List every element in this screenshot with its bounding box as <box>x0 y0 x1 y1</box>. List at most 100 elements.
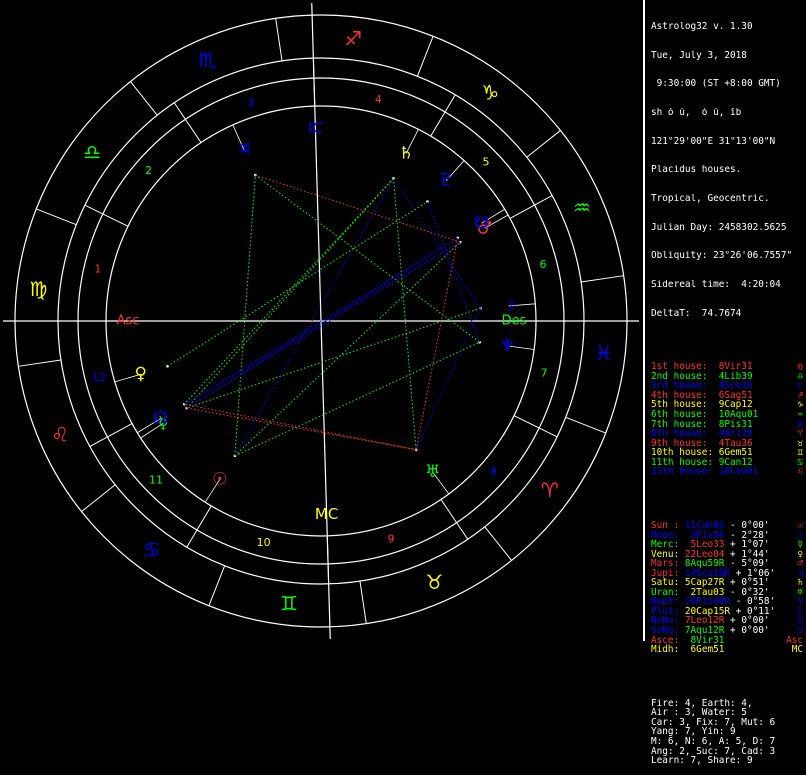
planet-icon: ☋ <box>474 213 489 233</box>
zodiac-sign-icon: ♌ <box>51 423 69 447</box>
house-cusp: 10Leo01 <box>718 466 759 478</box>
house-number: 5 <box>482 156 489 169</box>
zodiac-sign-icon: ♎ <box>83 140 101 164</box>
zodiac-sign-icon: ♏ <box>199 48 217 72</box>
sign-divider <box>275 18 283 61</box>
aspect-line <box>186 407 417 451</box>
chart-date: Tue, July 3, 2018 <box>651 50 747 61</box>
house-cusp-line <box>440 499 469 540</box>
planet-icon: ☽ <box>501 296 516 316</box>
aspect-line <box>234 341 480 457</box>
julian-day: Julian Day: 2458302.5625 <box>651 222 787 233</box>
planet-position: 6Gem51 <box>690 644 725 656</box>
aspect-line <box>415 237 459 450</box>
ic-label: IC <box>308 119 323 137</box>
planet-icon: ☉ <box>212 469 227 489</box>
aspect-line <box>183 178 394 405</box>
zodiac-sign-icon: ♊ <box>280 592 298 616</box>
planet-name: Midh: <box>651 644 680 656</box>
chart-time: 9:30:00 (ST +8:00 GMT) <box>651 79 781 89</box>
chart-wheel: ♈♉♊♋♌♍♎♏♐♑♒♓123 456789101112Asc DesMCIC☉☽☿… <box>3 3 639 639</box>
planet-icon: ♀ <box>134 364 146 384</box>
aspect-line <box>184 403 417 451</box>
house-number: 6 <box>539 258 546 271</box>
info-panel: Astrolog32 v. 1.30 Tue, July 3, 2018 9:3… <box>651 3 803 775</box>
zodiac-sign-icon: ♍ <box>29 277 47 301</box>
house-label: 12th house: <box>651 466 714 478</box>
zodiac-sign-icon: ♉ <box>426 570 444 594</box>
house-number: 3 <box>248 96 255 109</box>
sign-divider <box>359 581 367 624</box>
house-number: 7 <box>541 366 548 379</box>
planet-icon: Asc <box>786 634 803 646</box>
planet-position-list: Sun : 11Can06 - 0°00' ☉ Moon: 3Pis56 - 2°2… <box>651 521 803 655</box>
aspect-line <box>234 178 394 457</box>
zodiac-sign-icon: ♑ <box>481 80 499 104</box>
sign-divider <box>581 275 624 283</box>
planet-icon: MC <box>791 644 803 656</box>
aspect-line <box>234 175 256 456</box>
delta-t: DeltaT: 74.7674 <box>651 308 742 319</box>
zodiac-sign-icon: ♈ <box>541 478 559 502</box>
aspect-line <box>234 241 461 457</box>
zodiac-sign-icon: ♒ <box>573 195 591 219</box>
sign-divider <box>208 565 226 606</box>
planet-icon: ♃ <box>236 140 251 160</box>
stat-line: Fire: 4, Earth: 4, <box>651 698 753 709</box>
element-stats: Fire: 4, Earth: 4, Air : 3, Water: 5 Car: … <box>651 699 803 766</box>
house-cusp-line <box>513 415 558 438</box>
house-row: 12th house: 10Leo01 ♌ <box>651 467 803 477</box>
stat-line: Air : 3, Water: 5 <box>651 708 747 718</box>
planet-icon: ♆ <box>500 336 515 356</box>
house-number: 10 <box>257 536 271 549</box>
sign-divider <box>526 130 561 158</box>
sign-divider <box>484 526 512 561</box>
aspect-line <box>392 178 417 450</box>
house-cusp-line <box>173 102 202 143</box>
house-number: 9 <box>387 533 394 546</box>
mc-label: MC <box>315 505 338 523</box>
planet-row: Midh: 6Gem51 MC <box>651 645 803 655</box>
stat-line: Car: 3, Fix: 7, Mut: 6 <box>651 717 776 728</box>
sign-divider <box>565 416 606 434</box>
aspect-line <box>415 308 481 450</box>
planet-icon: ♇ <box>439 171 454 191</box>
stat-line: M: 6, N: 6, A: 5, D: 7 <box>651 737 776 747</box>
sign-divider <box>81 484 116 512</box>
house-cusp-line <box>84 204 129 227</box>
aspect-line <box>255 174 461 243</box>
sign-divider <box>36 208 77 226</box>
planet-latitude: + 0°00' <box>724 625 770 636</box>
aspect-line <box>393 178 481 309</box>
planet-icon: ♄ <box>399 143 414 163</box>
obliquity: Obliquity: 23°26'06.7557" <box>651 251 793 261</box>
aspect-line <box>186 178 394 409</box>
sign-icon: ♌ <box>797 466 803 478</box>
sign-divider <box>416 36 434 77</box>
zodiac-type: Tropical, Geocentric. <box>651 193 770 204</box>
house-number: 12 <box>92 371 106 384</box>
house-number: 4 <box>375 93 382 106</box>
aspect-line <box>186 307 481 409</box>
asc-label: Asc <box>117 314 140 329</box>
sign-divider <box>18 359 61 367</box>
app-title: Astrolog32 v. 1.30 <box>651 22 753 32</box>
house-system: Placidus houses. <box>651 165 742 175</box>
house-number: 8 <box>490 465 497 478</box>
house-cusp-list: 1st house: 8Vir31 ♍ 2nd house: 4Lib39 ♎ 3rd … <box>651 362 803 477</box>
stat-line: Yang: 7, Yin: 9 <box>651 727 736 738</box>
sign-divider <box>130 81 158 116</box>
zodiac-sign-icon: ♋ <box>143 538 161 562</box>
location-coords: 121°29'00"E 31°13'00"N <box>651 136 776 147</box>
panel-divider <box>643 0 645 641</box>
house-number: 2 <box>145 164 152 177</box>
aspect-line <box>186 241 461 409</box>
zodiac-sign-icon: ♐ <box>344 26 362 50</box>
zodiac-sign-icon: ♓ <box>595 341 613 365</box>
aspect-line <box>255 174 480 343</box>
house-number: 11 <box>149 473 163 486</box>
planet-icon: ☊ <box>153 409 168 429</box>
house-number: 1 <box>94 263 101 276</box>
stat-line: Ang: 2, Suc: 7, Cad: 3 <box>651 746 776 757</box>
location-name: sh ǒ ǔ, ǒ ǔ, ǐb <box>651 108 742 118</box>
